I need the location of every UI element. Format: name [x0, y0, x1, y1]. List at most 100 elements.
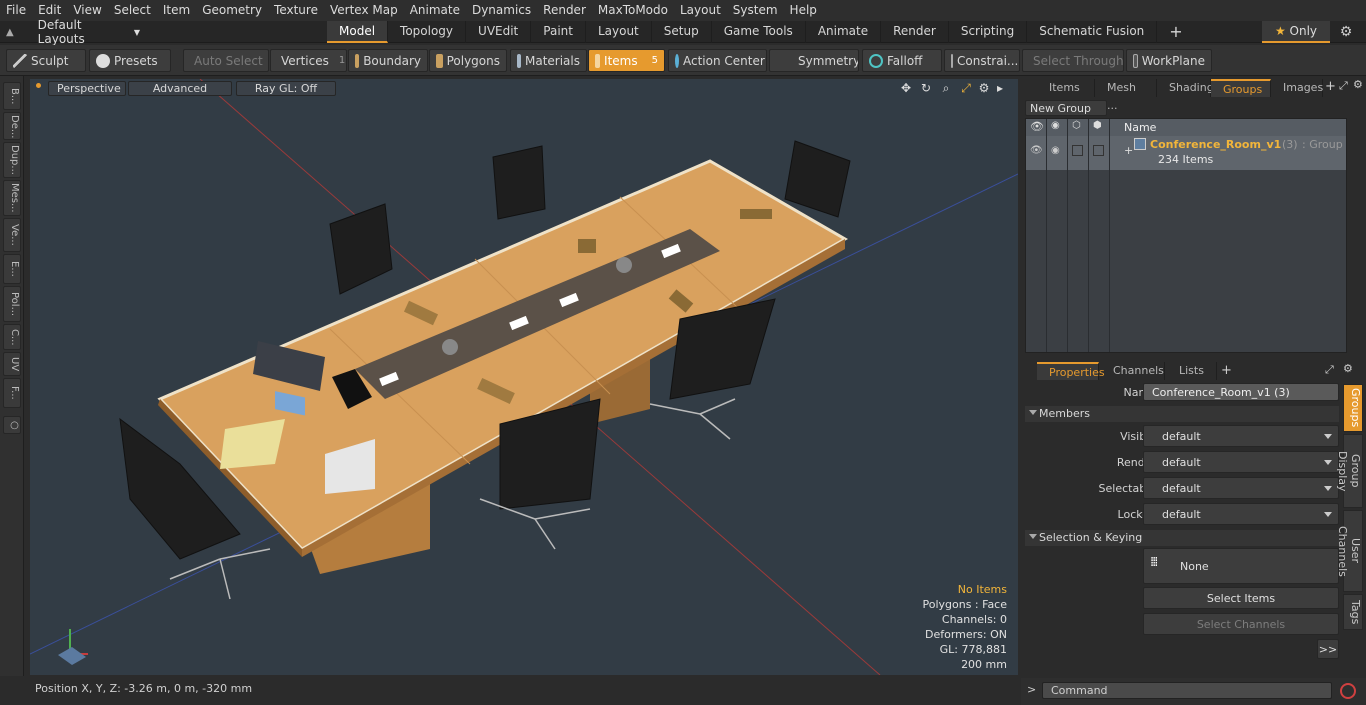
expand-panel-icon[interactable]: ⤢: [1339, 79, 1348, 93]
row-render-icon[interactable]: ◉: [1051, 145, 1065, 159]
render-icon[interactable]: ◉: [1051, 120, 1065, 134]
tab-render[interactable]: Render: [881, 21, 949, 43]
move-view-icon[interactable]: ✥: [898, 81, 914, 97]
add-prop-tab-icon[interactable]: +: [1221, 363, 1232, 378]
menu-file[interactable]: File: [0, 0, 32, 21]
vtab-tags[interactable]: Tags: [1343, 594, 1363, 630]
render-dropdown[interactable]: default: [1143, 451, 1339, 473]
keying-none-button[interactable]: ⁞⁞⁞ None: [1143, 548, 1339, 584]
vtab-user-channels[interactable]: User Channels: [1336, 510, 1363, 592]
add-tab-button[interactable]: +: [1157, 21, 1194, 43]
row-select-checkbox[interactable]: [1072, 145, 1083, 156]
tab-uvedit[interactable]: UVEdit: [466, 21, 532, 43]
vtab-groups[interactable]: Groups: [1343, 384, 1363, 432]
prop-expand-icon[interactable]: ⤢: [1325, 363, 1334, 377]
tab-paint[interactable]: Paint: [531, 21, 586, 43]
constraints-button[interactable]: Constrai...: [944, 49, 1020, 72]
tab-properties[interactable]: Properties: [1037, 362, 1105, 380]
raygl-toggle[interactable]: Ray GL: Off: [236, 81, 336, 96]
lock-icon[interactable]: ⬢: [1093, 120, 1107, 134]
select-through-button[interactable]: Select Through: [1022, 49, 1124, 72]
viewport-menu-icon[interactable]: ▸: [992, 81, 1008, 97]
menu-render[interactable]: Render: [537, 0, 592, 21]
record-icon[interactable]: [1340, 683, 1356, 699]
viewport-gear-icon[interactable]: ⚙: [976, 81, 992, 97]
locked-dropdown[interactable]: default: [1143, 503, 1339, 525]
polygons-button[interactable]: Polygons: [429, 49, 507, 72]
tab-game-tools[interactable]: Game Tools: [712, 21, 806, 43]
menu-item[interactable]: Item: [157, 0, 196, 21]
auto-select-button[interactable]: Auto Select: [183, 49, 269, 72]
left-tab-mesh[interactable]: Mes...: [3, 180, 21, 216]
new-group-button[interactable]: New Group: [1025, 100, 1107, 116]
perspective-dropdown[interactable]: Perspective: [48, 81, 126, 96]
sculpt-button[interactable]: Sculpt: [6, 49, 86, 72]
menu-help[interactable]: Help: [784, 0, 823, 21]
tab-layout[interactable]: Layout: [586, 21, 652, 43]
left-tab-vertex[interactable]: Ve...: [3, 218, 21, 252]
vtab-group-display[interactable]: Group Display: [1336, 434, 1363, 508]
tab-animate[interactable]: Animate: [806, 21, 882, 43]
tab-items[interactable]: Items: [1037, 79, 1095, 97]
group-row[interactable]: 👁 ◉ + Conference_Room_v1 (3) : Group 234…: [1026, 136, 1346, 170]
tab-channels[interactable]: Channels: [1101, 362, 1165, 380]
row-lock-checkbox[interactable]: [1093, 145, 1104, 156]
select-icon[interactable]: ⬡: [1072, 120, 1086, 134]
menu-maxtomodo[interactable]: MaxToModo: [592, 0, 674, 21]
command-input[interactable]: Command: [1042, 682, 1332, 699]
visible-dropdown[interactable]: default: [1143, 425, 1339, 447]
selectable-dropdown[interactable]: default: [1143, 477, 1339, 499]
workplane-button[interactable]: WorkPlane: [1126, 49, 1212, 72]
boundary-button[interactable]: Boundary: [348, 49, 428, 72]
eye-icon[interactable]: 👁: [1030, 120, 1044, 134]
select-channels-button[interactable]: Select Channels: [1143, 613, 1339, 635]
zoom-view-icon[interactable]: ⌕: [938, 81, 954, 97]
row-eye-icon[interactable]: 👁: [1030, 145, 1044, 159]
tab-setup[interactable]: Setup: [652, 21, 712, 43]
symmetry-button[interactable]: Symmetry: [769, 49, 859, 72]
menu-system[interactable]: System: [727, 0, 784, 21]
gear-icon[interactable]: ⚙: [1338, 24, 1354, 40]
left-strip-toggle[interactable]: ○: [3, 416, 21, 434]
menu-animate[interactable]: Animate: [404, 0, 466, 21]
default-layouts-dropdown[interactable]: ▲ Default Layouts ▼: [0, 18, 140, 46]
items-button[interactable]: Items 5: [588, 49, 665, 72]
left-tab-duplicate[interactable]: Dup...: [3, 142, 21, 178]
menu-vertex-map[interactable]: Vertex Map: [324, 0, 404, 21]
tab-schematic-fusion[interactable]: Schematic Fusion: [1027, 21, 1158, 43]
tab-lists[interactable]: Lists: [1167, 362, 1217, 380]
prop-gear-icon[interactable]: ⚙: [1343, 362, 1353, 375]
select-items-button[interactable]: Select Items: [1143, 587, 1339, 609]
selection-keying-section[interactable]: Selection & Keying: [1025, 530, 1339, 546]
left-tab-curve[interactable]: C...: [3, 324, 21, 350]
tab-model[interactable]: Model: [327, 21, 389, 43]
materials-button[interactable]: Materials: [510, 49, 587, 72]
falloff-button[interactable]: Falloff: [862, 49, 942, 72]
menu-geometry[interactable]: Geometry: [196, 0, 268, 21]
rotate-view-icon[interactable]: ↻: [918, 81, 934, 97]
tab-images[interactable]: Images: [1271, 79, 1323, 97]
name-field[interactable]: Conference_Room_v1 (3): [1143, 383, 1339, 401]
menu-texture[interactable]: Texture: [268, 0, 324, 21]
left-tab-uv[interactable]: UV: [3, 352, 21, 376]
tab-groups[interactable]: Groups: [1211, 79, 1271, 97]
add-panel-tab-icon[interactable]: +: [1325, 79, 1336, 94]
tab-scripting[interactable]: Scripting: [949, 21, 1028, 43]
left-tab-edge[interactable]: E...: [3, 254, 21, 284]
vertices-button[interactable]: Vertices 1: [270, 49, 347, 72]
tab-topology[interactable]: Topology: [388, 21, 467, 43]
expand-group-icon[interactable]: +: [1124, 144, 1133, 157]
action-center-button[interactable]: Action Center: [668, 49, 767, 72]
tab-shading[interactable]: Shading: [1157, 79, 1214, 97]
presets-button[interactable]: Presets: [89, 49, 171, 72]
3d-viewport[interactable]: Perspective Advanced Ray GL: Off ✥ ↻ ⌕ ⤢…: [30, 79, 1018, 675]
left-tab-polygon[interactable]: Pol...: [3, 286, 21, 322]
left-tab-basic[interactable]: B...: [3, 82, 21, 110]
left-tab-deform[interactable]: De...: [3, 112, 21, 140]
advanced-dropdown[interactable]: Advanced: [128, 81, 232, 96]
left-tab-fusion[interactable]: F...: [3, 378, 21, 408]
tab-mesh[interactable]: Mesh ...: [1095, 79, 1157, 112]
maximize-view-icon[interactable]: ⤢: [958, 81, 974, 97]
menu-layout[interactable]: Layout: [674, 0, 727, 21]
members-section[interactable]: Members: [1025, 406, 1339, 422]
